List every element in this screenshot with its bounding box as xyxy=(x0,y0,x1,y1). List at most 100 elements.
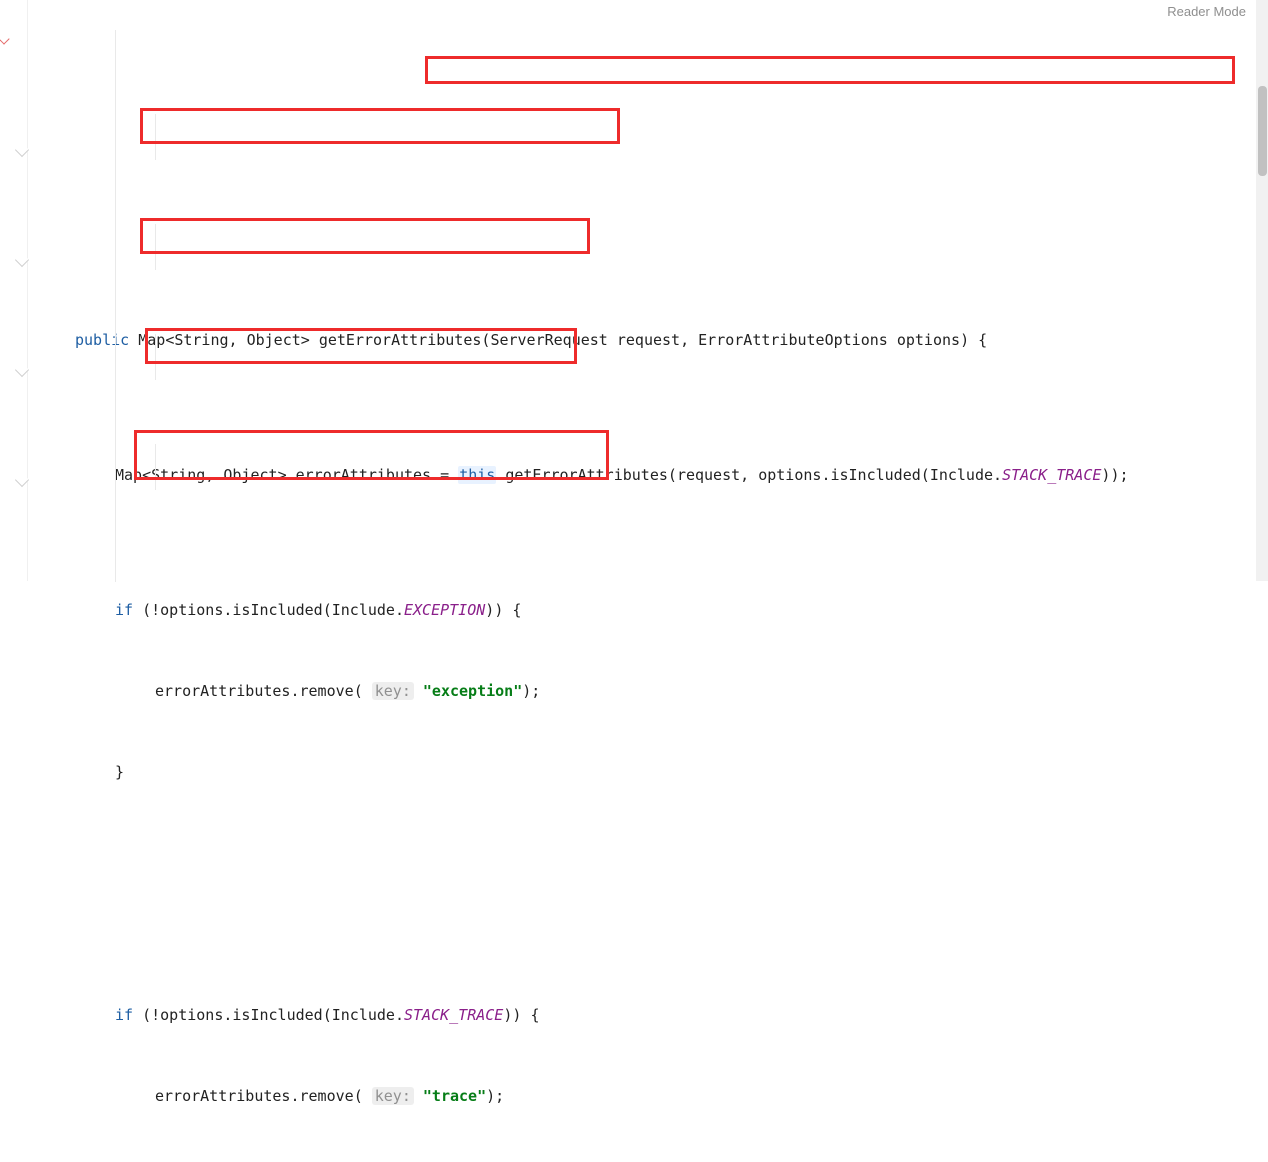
parameter-hint: key: xyxy=(372,682,414,700)
punct: ( xyxy=(323,1006,332,1024)
punct: ) xyxy=(512,1006,521,1024)
var-ref: options xyxy=(160,1006,223,1024)
indent-guide xyxy=(155,444,156,490)
punct: . xyxy=(223,601,232,619)
punct: ) xyxy=(494,601,503,619)
type-string: String xyxy=(174,331,228,349)
class-ref: Include xyxy=(332,1006,395,1024)
arg: options xyxy=(758,466,821,484)
fold-handle-icon[interactable] xyxy=(15,473,29,487)
param-type: ServerRequest xyxy=(490,331,607,349)
assign-op: = xyxy=(440,466,449,484)
class-ref: Include xyxy=(930,466,993,484)
type-object: Object xyxy=(223,466,277,484)
punct: . xyxy=(395,601,404,619)
method-call: isIncluded xyxy=(232,601,322,619)
code-editor[interactable]: public Map<String, Object> getErrorAttri… xyxy=(40,30,1253,581)
var-ref: options xyxy=(160,601,223,619)
punct: > xyxy=(301,331,310,349)
punct: { xyxy=(530,1006,539,1024)
punct: > xyxy=(278,466,287,484)
punct: . xyxy=(993,466,1002,484)
punct: < xyxy=(165,331,174,349)
arg: request xyxy=(677,466,740,484)
punct: . xyxy=(290,1087,299,1105)
punct: . xyxy=(496,466,505,484)
param-name: options xyxy=(897,331,960,349)
method-name: getErrorAttributes xyxy=(319,331,482,349)
punct: ! xyxy=(151,1006,160,1024)
punct: , xyxy=(740,466,749,484)
punct: ; xyxy=(531,682,540,700)
punct: { xyxy=(978,331,987,349)
enum-constant: STACK_TRACE xyxy=(404,1006,503,1024)
type-map: Map xyxy=(115,466,142,484)
method-call: isIncluded xyxy=(830,466,920,484)
class-ref: Include xyxy=(332,601,395,619)
param-type: ErrorAttributeOptions xyxy=(698,331,888,349)
code-line: if (!options.isIncluded(Include.EXCEPTIO… xyxy=(40,597,1253,624)
indent-guide xyxy=(155,224,156,270)
method-call: isIncluded xyxy=(232,1006,322,1024)
method-call: getErrorAttributes xyxy=(505,466,668,484)
enum-constant: STACK_TRACE xyxy=(1002,466,1101,484)
punct: ) xyxy=(503,1006,512,1024)
code-line: if (!options.isIncluded(Include.STACK_TR… xyxy=(40,1002,1253,1029)
highlight-box xyxy=(425,56,1235,84)
keyword-if: if xyxy=(115,601,133,619)
highlight-box xyxy=(140,108,620,144)
string-literal: "exception" xyxy=(423,682,522,700)
fold-handle-icon[interactable] xyxy=(15,363,29,377)
punct: . xyxy=(290,682,299,700)
method-call: remove xyxy=(300,682,354,700)
param-name: request xyxy=(617,331,680,349)
keyword-public: public xyxy=(75,331,129,349)
code-line: errorAttributes.remove( key: "trace"); xyxy=(40,1083,1253,1110)
punct: ) xyxy=(486,1087,495,1105)
var-ref: errorAttributes xyxy=(155,682,290,700)
var-ref: errorAttributes xyxy=(155,1087,290,1105)
punct: ( xyxy=(354,1087,363,1105)
punct: , xyxy=(680,331,689,349)
punct: , xyxy=(205,466,214,484)
punct: ( xyxy=(668,466,677,484)
highlight-box xyxy=(140,218,590,254)
vertical-scrollbar[interactable] xyxy=(1256,0,1268,581)
indent-guide xyxy=(155,334,156,380)
punct: ( xyxy=(142,601,151,619)
punct: ) xyxy=(960,331,969,349)
punct: ) xyxy=(485,601,494,619)
gutter-marker-icon xyxy=(0,33,10,44)
punct: ; xyxy=(495,1087,504,1105)
editor-gutter xyxy=(0,0,28,581)
punct: , xyxy=(229,331,238,349)
punct: < xyxy=(142,466,151,484)
code-line: Map<String, Object> errorAttributes = th… xyxy=(40,462,1253,489)
punct: ( xyxy=(323,601,332,619)
punct: . xyxy=(223,1006,232,1024)
type-map: Map xyxy=(138,331,165,349)
type-object: Object xyxy=(247,331,301,349)
punct: ! xyxy=(151,601,160,619)
punct: . xyxy=(395,1006,404,1024)
code-line: public Map<String, Object> getErrorAttri… xyxy=(40,327,1253,354)
type-string: String xyxy=(151,466,205,484)
fold-handle-icon[interactable] xyxy=(15,143,29,157)
code-line: errorAttributes.remove( key: "exception"… xyxy=(40,678,1253,705)
scrollbar-thumb[interactable] xyxy=(1258,86,1267,176)
code-line: } xyxy=(40,759,1253,786)
punct: ( xyxy=(142,1006,151,1024)
method-call: remove xyxy=(300,1087,354,1105)
var-name: errorAttributes xyxy=(296,466,431,484)
punct: ( xyxy=(921,466,930,484)
punct: ; xyxy=(1119,466,1128,484)
string-literal: "trace" xyxy=(423,1087,486,1105)
indent-guide xyxy=(155,114,156,160)
enum-constant: EXCEPTION xyxy=(404,601,485,619)
fold-handle-icon[interactable] xyxy=(15,253,29,267)
indent-guide xyxy=(115,30,116,582)
reader-mode-link[interactable]: Reader Mode xyxy=(1167,4,1246,19)
parameter-hint: key: xyxy=(372,1087,414,1105)
keyword-if: if xyxy=(115,1006,133,1024)
blank-line xyxy=(40,867,1253,894)
